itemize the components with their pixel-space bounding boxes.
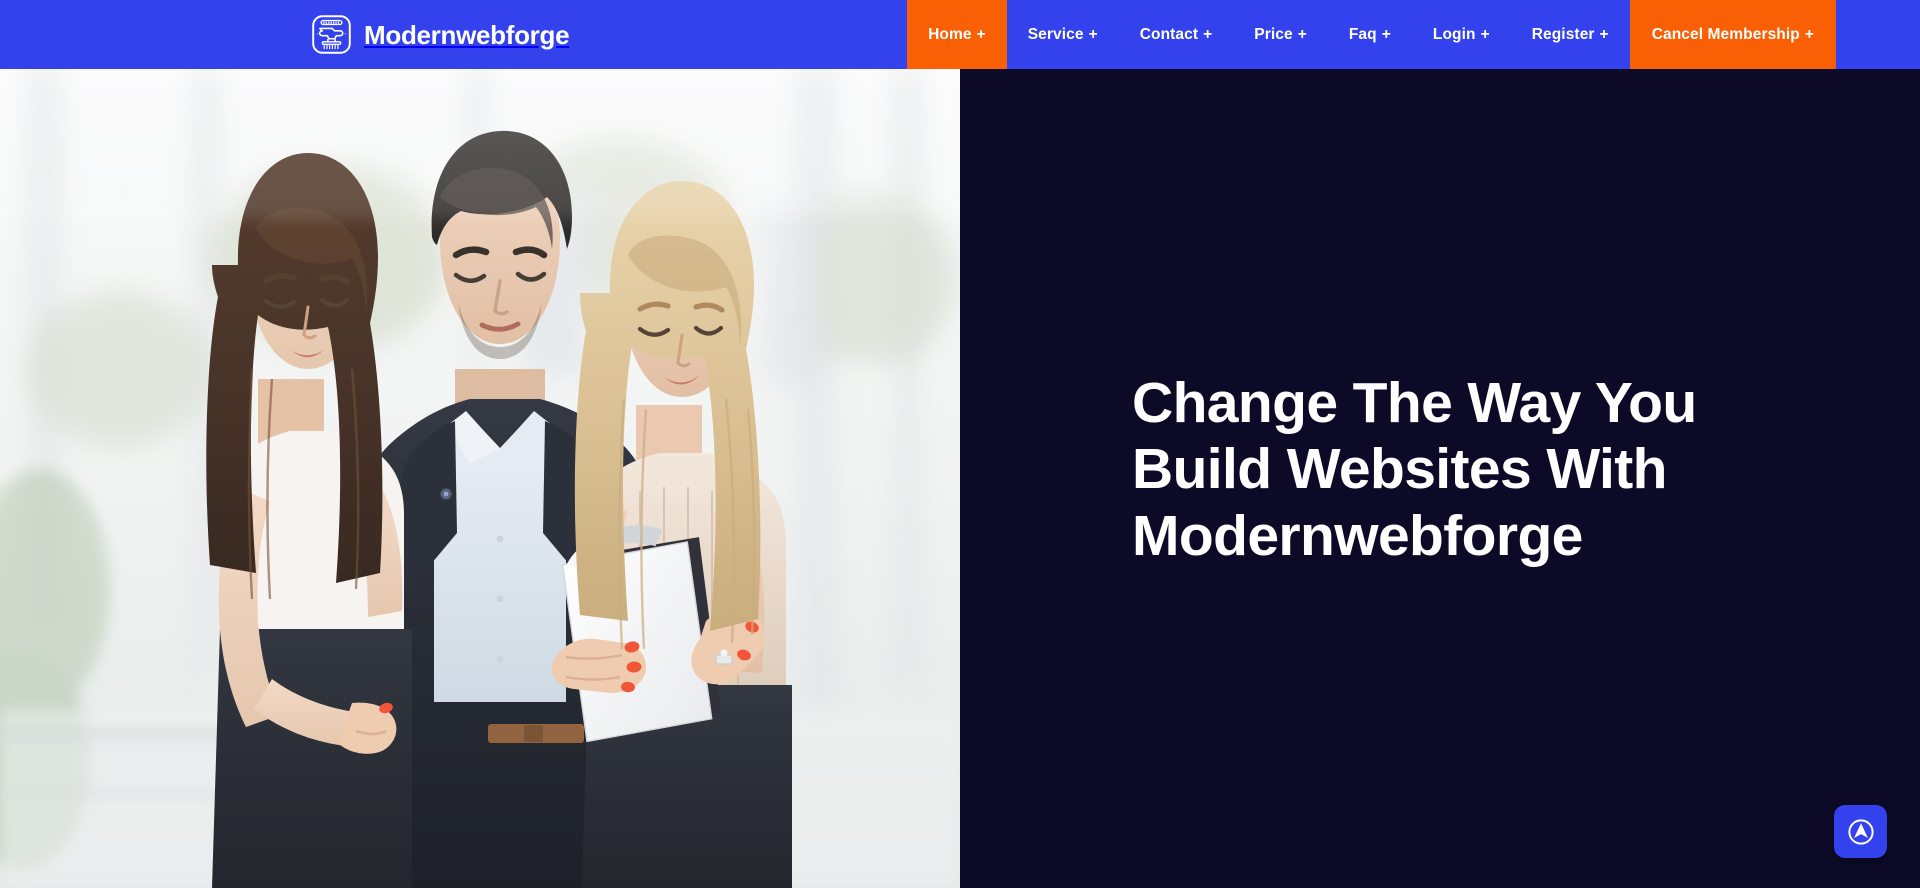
nav-item-service[interactable]: Service + — [1007, 0, 1119, 69]
hero-section: Change The Way You Build Websites With M… — [0, 69, 1920, 888]
nav-item-faq-label: Faq — [1348, 25, 1377, 43]
nav-item-price-label: Price — [1254, 25, 1293, 43]
main-navigation: Home + Service + Contact + Price + Faq +… — [907, 0, 1920, 69]
nav-item-login[interactable]: Login + — [1412, 0, 1511, 69]
nav-item-register-label: Register — [1531, 25, 1595, 43]
hero-image — [0, 69, 960, 888]
nav-item-register-plus-icon: + — [1599, 25, 1609, 43]
nav-item-home-label: Home — [928, 25, 972, 43]
scroll-to-top-button[interactable] — [1834, 805, 1887, 858]
nav-item-price[interactable]: Price + — [1233, 0, 1328, 69]
nav-item-price-plus-icon: + — [1297, 25, 1307, 43]
nav-item-login-label: Login — [1432, 25, 1476, 43]
nav-item-faq-plus-icon: + — [1381, 25, 1391, 43]
hero-copy: Change The Way You Build Websites With M… — [960, 370, 1822, 568]
nav-item-register[interactable]: Register + — [1511, 0, 1630, 69]
brand-logo-link[interactable]: Modernwebforge — [0, 0, 570, 69]
nav-item-service-plus-icon: + — [1088, 25, 1098, 43]
nav-item-faq[interactable]: Faq + — [1328, 0, 1412, 69]
hero-headline: Change The Way You Build Websites With M… — [1132, 371, 1697, 568]
nav-item-home-plus-icon: + — [976, 25, 986, 43]
nav-item-contact[interactable]: Contact + — [1119, 0, 1234, 69]
nav-item-cancel-membership[interactable]: Cancel Membership + — [1629, 0, 1836, 69]
nav-trailing-spacer — [1836, 0, 1920, 69]
nav-item-contact-label: Contact — [1139, 25, 1199, 43]
navigation-arrow-circle-icon — [1846, 817, 1876, 847]
nav-item-cancel-membership-label: Cancel Membership — [1651, 25, 1800, 43]
nav-item-service-label: Service — [1027, 25, 1084, 43]
nav-item-login-plus-icon: + — [1480, 25, 1490, 43]
brand-name: Modernwebforge — [364, 19, 570, 50]
hero-content-panel: Change The Way You Build Websites With M… — [960, 69, 1920, 888]
anvil-forge-icon — [312, 15, 351, 54]
site-header: Modernwebforge Home + Service + Contact … — [0, 0, 1920, 69]
hero-photo-illustration — [0, 69, 960, 888]
nav-item-home[interactable]: Home + — [907, 0, 1007, 69]
nav-item-contact-plus-icon: + — [1203, 25, 1213, 43]
nav-item-cancel-membership-plus-icon: + — [1804, 25, 1814, 43]
